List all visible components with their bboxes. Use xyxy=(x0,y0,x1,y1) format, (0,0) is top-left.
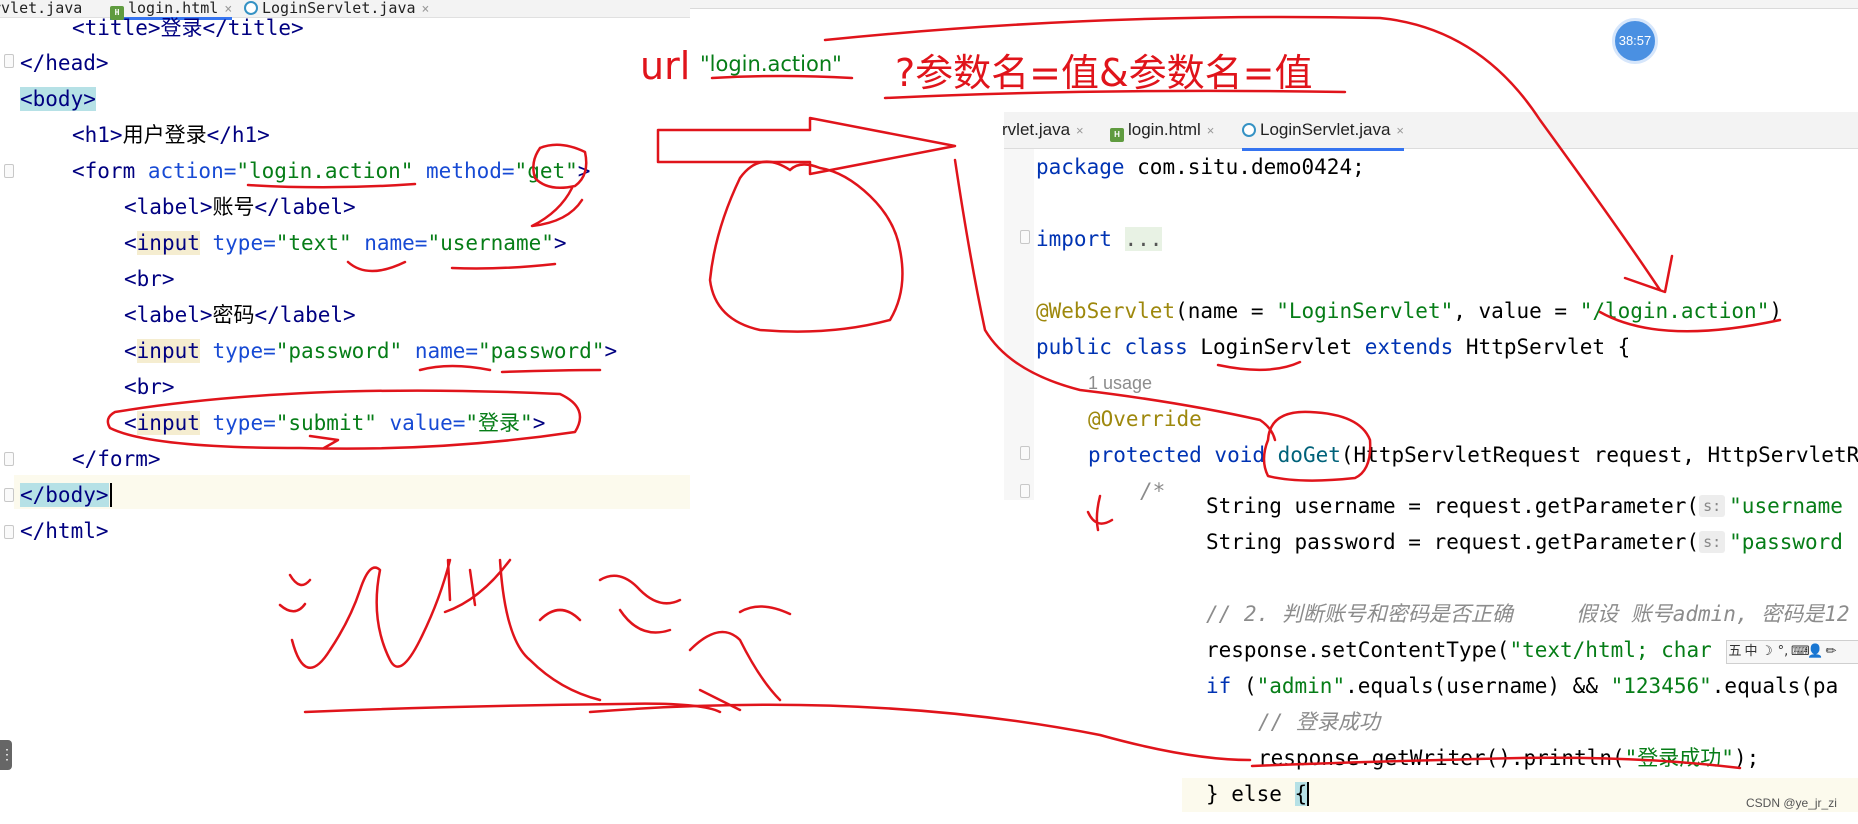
code-line-package: package com.situ.demo0424; xyxy=(1036,155,1365,179)
fold-marker-icon[interactable] xyxy=(4,488,14,502)
tab-loginservlet-java[interactable]: LoginServlet.java × xyxy=(1242,112,1405,151)
close-tab-icon[interactable]: × xyxy=(1207,123,1215,138)
code-line-label-password: <label>密码</label> xyxy=(124,303,356,327)
java-class-icon xyxy=(1242,123,1256,137)
code-line-comment-start: /* xyxy=(1140,479,1166,503)
code-line-username: String username = request.getParameter(s… xyxy=(1206,494,1843,518)
left-code-editor: rvlet.java Hlogin.html × LoginServlet.jav… xyxy=(0,0,690,555)
parameter-hint: s: xyxy=(1699,495,1726,517)
code-line-class-decl: public class LoginServlet extends HttpSe… xyxy=(1036,335,1631,359)
code-line-html-close: </html> xyxy=(20,519,109,543)
fold-marker-icon[interactable] xyxy=(1020,230,1030,244)
code-line-body-close: </body> xyxy=(20,477,112,513)
usage-hint[interactable]: 1 usage xyxy=(1088,365,1152,401)
code-line-doget: protected void doGet(HttpServletRequest … xyxy=(1088,443,1858,467)
annotation-scribble xyxy=(708,160,904,333)
ime-wubi-icon[interactable]: 五 xyxy=(1727,641,1743,663)
code-line-br: <br> xyxy=(124,267,175,291)
right-code-editor: rvlet.java × Hlogin.html × LoginServlet.ja… xyxy=(1002,112,1858,503)
code-line-input-text: <input type="text" name="username"> xyxy=(124,231,567,255)
code-line-body-open: <body> xyxy=(20,87,96,111)
parameter-hint: s: xyxy=(1699,531,1726,553)
code-line-else: } else { xyxy=(1206,782,1310,806)
side-panel-handle-icon[interactable]: ⋮ xyxy=(0,740,14,770)
ime-punct-icon[interactable]: °, xyxy=(1775,641,1791,663)
ime-chinese-icon[interactable]: 中 xyxy=(1743,641,1759,663)
tab-login-html[interactable]: Hlogin.html × xyxy=(1110,112,1214,148)
close-tab-icon[interactable]: × xyxy=(422,2,430,17)
fold-marker-icon[interactable] xyxy=(4,525,14,539)
import-fold[interactable]: ... xyxy=(1124,227,1163,251)
tab-servlet-java[interactable]: rvlet.java × xyxy=(1002,112,1084,148)
annotation-handwriting xyxy=(303,702,722,714)
annotation-handwriting xyxy=(443,558,602,702)
code-line-override: @Override xyxy=(1088,407,1202,431)
code-line-println: response.getWriter().println("登录成功"); xyxy=(1258,746,1760,770)
code-line-input-submit: <input type="submit" value="登录"> xyxy=(124,411,546,435)
code-line-password: String password = request.getParameter(s… xyxy=(1206,530,1843,554)
tab-servlet-java[interactable]: rvlet.java xyxy=(0,0,82,17)
annotation-handwriting xyxy=(598,574,792,712)
annotation-arrow xyxy=(656,116,957,176)
annotation-underline xyxy=(710,74,854,80)
ime-moon-icon[interactable]: ☽ xyxy=(1759,641,1775,663)
code-line-comment-check: // 2. 判断账号和密码是否正确 假设 账号admin, 密码是12 xyxy=(1206,602,1850,626)
close-tab-icon[interactable]: × xyxy=(1076,123,1084,138)
code-line-head-close: </head> xyxy=(20,51,109,75)
annotation-query-format: ?参数名=值&参数名=值 xyxy=(895,51,1313,95)
text-cursor xyxy=(109,483,112,507)
annotation-handwriting xyxy=(278,558,452,669)
code-line-br: <br> xyxy=(124,375,175,399)
code-line-title: <title>登录</title> xyxy=(72,16,304,40)
ime-keyboard-icon[interactable]: ⌨ xyxy=(1791,641,1810,663)
recording-timer-badge[interactable]: 38:57 xyxy=(1612,18,1658,64)
code-line-h1: <h1>用户登录</h1> xyxy=(72,123,270,147)
watermark: CSDN @ye_jr_zi xyxy=(1746,796,1837,810)
ime-pen-icon[interactable]: ✏ xyxy=(1823,641,1839,663)
ime-toolbar[interactable]: 五中 ☽ °, ⌨👤 ✏ xyxy=(1726,640,1858,664)
ime-user-icon[interactable]: 👤 xyxy=(1807,641,1823,663)
code-line-label-account: <label>账号</label> xyxy=(124,195,356,219)
right-editor-tab-bar: rvlet.java × Hlogin.html × LoginServlet.ja… xyxy=(1002,112,1858,151)
code-line-content-type: response.setContentType("text/html; char xyxy=(1206,638,1712,662)
annotation-url-label: url xyxy=(640,44,691,88)
close-tab-icon[interactable]: × xyxy=(1396,123,1404,138)
annotation-curve xyxy=(588,703,1252,762)
fold-marker-icon[interactable] xyxy=(4,164,14,178)
annotation-stroke xyxy=(1086,494,1114,532)
code-line-webservlet: @WebServlet(name = "LoginServlet", value… xyxy=(1036,299,1782,323)
code-line-if: if ("admin".equals(username) && "123456"… xyxy=(1206,674,1839,698)
html-file-icon: H xyxy=(1110,128,1124,142)
text-cursor xyxy=(1307,782,1310,806)
fold-marker-icon[interactable] xyxy=(1020,446,1030,460)
current-line-highlight xyxy=(14,475,690,509)
code-line-comment-success: // 登录成功 xyxy=(1258,710,1380,734)
fold-marker-icon[interactable] xyxy=(4,54,14,68)
code-line-import: import ... xyxy=(1036,227,1163,251)
annotation-url-value: "login.action" xyxy=(700,52,842,76)
code-line-form: <form action="login.action" method="get"… xyxy=(72,159,591,183)
code-line-form-close: </form> xyxy=(72,447,161,471)
code-line-input-password: <input type="password" name="password"> xyxy=(124,339,618,363)
fold-marker-icon[interactable] xyxy=(4,452,14,466)
fold-marker-icon[interactable] xyxy=(1020,484,1030,498)
